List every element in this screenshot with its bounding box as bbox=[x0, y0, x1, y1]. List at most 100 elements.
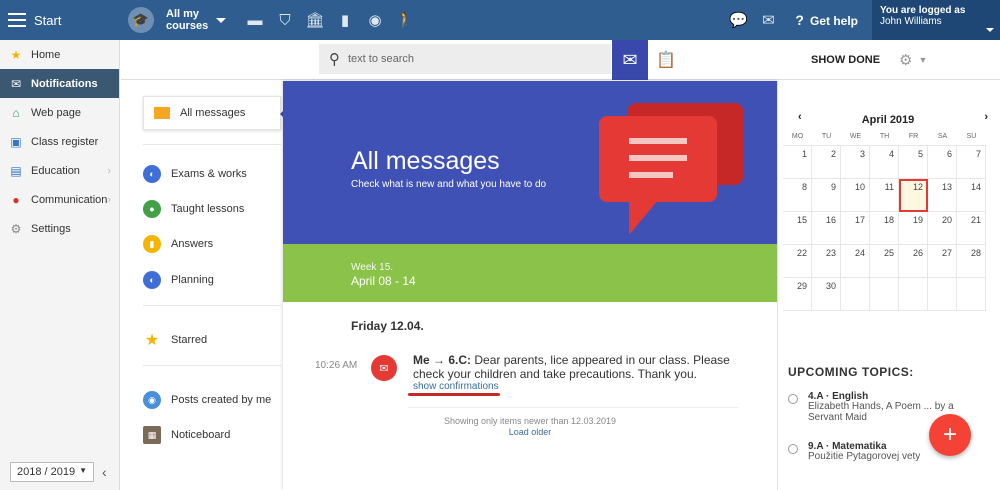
settings-dropdown[interactable]: ⚙ ▼ bbox=[899, 40, 927, 80]
filter-answers[interactable]: ▮ Answers bbox=[143, 230, 213, 258]
calendar-weekdays: MO TU WE TH FR SA SU bbox=[783, 133, 986, 145]
filter-exams[interactable]: ◐ Exams & works bbox=[143, 160, 247, 188]
filter-label: Taught lessons bbox=[171, 203, 245, 215]
courses-selector[interactable]: 🎓 All my courses bbox=[128, 0, 227, 40]
calendar-day[interactable]: 12 bbox=[899, 179, 928, 212]
filter-label: Posts created by me bbox=[171, 394, 272, 406]
sidebar-item-label: Communication bbox=[31, 193, 108, 206]
calendar-day[interactable]: 8 bbox=[783, 179, 812, 212]
show-confirmations-link[interactable]: show confirmations bbox=[413, 381, 499, 392]
calendar-day[interactable]: 7 bbox=[957, 146, 986, 179]
calendar-day[interactable]: 16 bbox=[812, 212, 841, 245]
filter-noticeboard[interactable]: ▦ Noticeboard bbox=[143, 421, 230, 449]
messages-view-button[interactable]: ✉ bbox=[612, 40, 648, 80]
sidebar-item-home[interactable]: ★ Home bbox=[0, 40, 119, 69]
collapse-sidebar-icon[interactable]: ‹ bbox=[102, 464, 107, 480]
calendar-day[interactable]: 14 bbox=[957, 179, 986, 212]
showing-notice: Showing only items newer than 12.03.2019 bbox=[443, 416, 617, 426]
filter-taught-lessons[interactable]: ● Taught lessons bbox=[143, 195, 244, 223]
filter-all-messages[interactable]: All messages bbox=[143, 96, 288, 130]
bank-icon[interactable]: 🏛 bbox=[300, 11, 330, 29]
envelope-icon: ✉ bbox=[622, 49, 638, 70]
calendar-day[interactable]: 6 bbox=[928, 146, 957, 179]
filter-starred[interactable]: ★ Starred bbox=[143, 326, 207, 354]
sidebar-item-communication[interactable]: ● Communication › bbox=[0, 185, 119, 214]
sidebar-item-education[interactable]: ▤ Education › bbox=[0, 156, 119, 185]
weekday-label: SU bbox=[966, 133, 977, 140]
load-older-link[interactable]: Load older bbox=[283, 427, 777, 437]
message-filters: All messages ◐ Exams & works ● Taught le… bbox=[121, 81, 288, 490]
calendar-day[interactable]: 10 bbox=[841, 179, 870, 212]
get-help-button[interactable]: ? Get help bbox=[795, 12, 858, 28]
sidebar-item-notifications[interactable]: ✉ Notifications bbox=[0, 69, 119, 98]
shield-icon[interactable]: ⛉ bbox=[270, 12, 300, 29]
filter-planning[interactable]: ◐ Planning bbox=[143, 266, 214, 294]
search-input[interactable]: ⚲ text to search bbox=[319, 44, 611, 74]
user-menu[interactable]: You are logged as John Williams bbox=[872, 0, 1000, 40]
hiker-icon[interactable]: 🚶 bbox=[390, 11, 420, 29]
clipboard-icon[interactable]: 📋 bbox=[651, 40, 681, 80]
sidebar-item-class-register[interactable]: ▣ Class register bbox=[0, 127, 119, 156]
calendar-day[interactable]: 24 bbox=[841, 245, 870, 278]
calendar-day[interactable]: 13 bbox=[928, 179, 957, 212]
calendar-day[interactable]: 4 bbox=[870, 146, 899, 179]
sidebar-item-label: Settings bbox=[31, 222, 71, 235]
calendar-day[interactable]: 25 bbox=[870, 245, 899, 278]
calendar-day[interactable]: 21 bbox=[957, 212, 986, 245]
week-number: Week 15. bbox=[351, 262, 394, 273]
calendar-day[interactable]: 19 bbox=[899, 212, 928, 245]
chat-icon[interactable]: 💬 bbox=[723, 11, 753, 29]
add-button[interactable]: + bbox=[929, 414, 971, 456]
calendar-day[interactable]: 2 bbox=[812, 146, 841, 179]
chat-icon: ● bbox=[12, 192, 20, 207]
show-done-button[interactable]: SHOW DONE bbox=[811, 40, 880, 80]
calendar-day[interactable]: 3 bbox=[841, 146, 870, 179]
calendar-day[interactable]: 9 bbox=[812, 179, 841, 212]
calendar-day[interactable]: 29 bbox=[783, 278, 812, 311]
chevron-right-icon: › bbox=[107, 164, 111, 177]
filter-posts-by-me[interactable]: ◉ Posts created by me bbox=[143, 386, 271, 414]
compass-icon[interactable]: ◉ bbox=[360, 11, 390, 29]
chevron-down-icon: ▼ bbox=[918, 55, 928, 65]
calendar-day[interactable]: 1 bbox=[783, 146, 812, 179]
calendar-day[interactable]: 20 bbox=[928, 212, 957, 245]
calendar-day[interactable]: 5 bbox=[899, 146, 928, 179]
chevron-right-icon[interactable]: › bbox=[984, 111, 988, 123]
calendar-day[interactable]: 30 bbox=[812, 278, 841, 311]
calendar-grid: 1 2 3 4 5 6 7 8 9 10 11 12 13 14 15 16 17 18 19 20 21 22 23 24 2… bbox=[783, 145, 986, 311]
calendar-day[interactable]: 28 bbox=[957, 245, 986, 278]
courses-label: All my courses bbox=[166, 8, 208, 32]
calendar-day[interactable]: 26 bbox=[899, 245, 928, 278]
calendar-day[interactable]: 22 bbox=[783, 245, 812, 278]
search-icon: ⚲ bbox=[329, 51, 340, 68]
start-menu-button[interactable]: Start bbox=[0, 0, 120, 40]
briefcase-icon[interactable]: ▬ bbox=[240, 12, 270, 29]
bar-chart-icon[interactable]: ▮ bbox=[330, 11, 360, 29]
weekday-label: TH bbox=[879, 133, 890, 140]
message-item[interactable]: Me → 6.C: Dear parents, lice appeared in… bbox=[413, 353, 743, 381]
weekday-label: FR bbox=[908, 133, 919, 140]
calendar-day bbox=[899, 278, 928, 311]
calendar-day[interactable]: 11 bbox=[870, 179, 899, 212]
envelope-icon: ✉ bbox=[371, 355, 397, 381]
calendar-day[interactable]: 23 bbox=[812, 245, 841, 278]
hero-banner: All messages Check what is new and what … bbox=[283, 81, 777, 244]
calendar-day[interactable]: 17 bbox=[841, 212, 870, 245]
filter-label: All messages bbox=[180, 107, 246, 119]
question-icon: ? bbox=[795, 12, 804, 28]
weekday-label: WE bbox=[849, 133, 862, 140]
sidebar-item-label: Home bbox=[31, 48, 61, 61]
divider bbox=[408, 407, 738, 408]
graduation-cap-icon: 🎓 bbox=[128, 7, 154, 33]
sidebar-item-web-page[interactable]: ⌂ Web page bbox=[0, 98, 119, 127]
top-right-area: 💬 ✉ ? Get help You are logged as John Wil… bbox=[723, 0, 1000, 40]
messages-panel: All messages Check what is new and what … bbox=[283, 81, 777, 490]
calendar-day[interactable]: 15 bbox=[783, 212, 812, 245]
week-range: April 08 - 14 bbox=[351, 274, 416, 288]
school-year-select[interactable]: 2018 / 2019 ▼ bbox=[10, 462, 94, 482]
filter-label: Noticeboard bbox=[171, 429, 231, 441]
sidebar-item-settings[interactable]: ⚙ Settings bbox=[0, 214, 119, 243]
calendar-day[interactable]: 18 bbox=[870, 212, 899, 245]
envelope-icon[interactable]: ✉ bbox=[753, 11, 783, 29]
calendar-day[interactable]: 27 bbox=[928, 245, 957, 278]
